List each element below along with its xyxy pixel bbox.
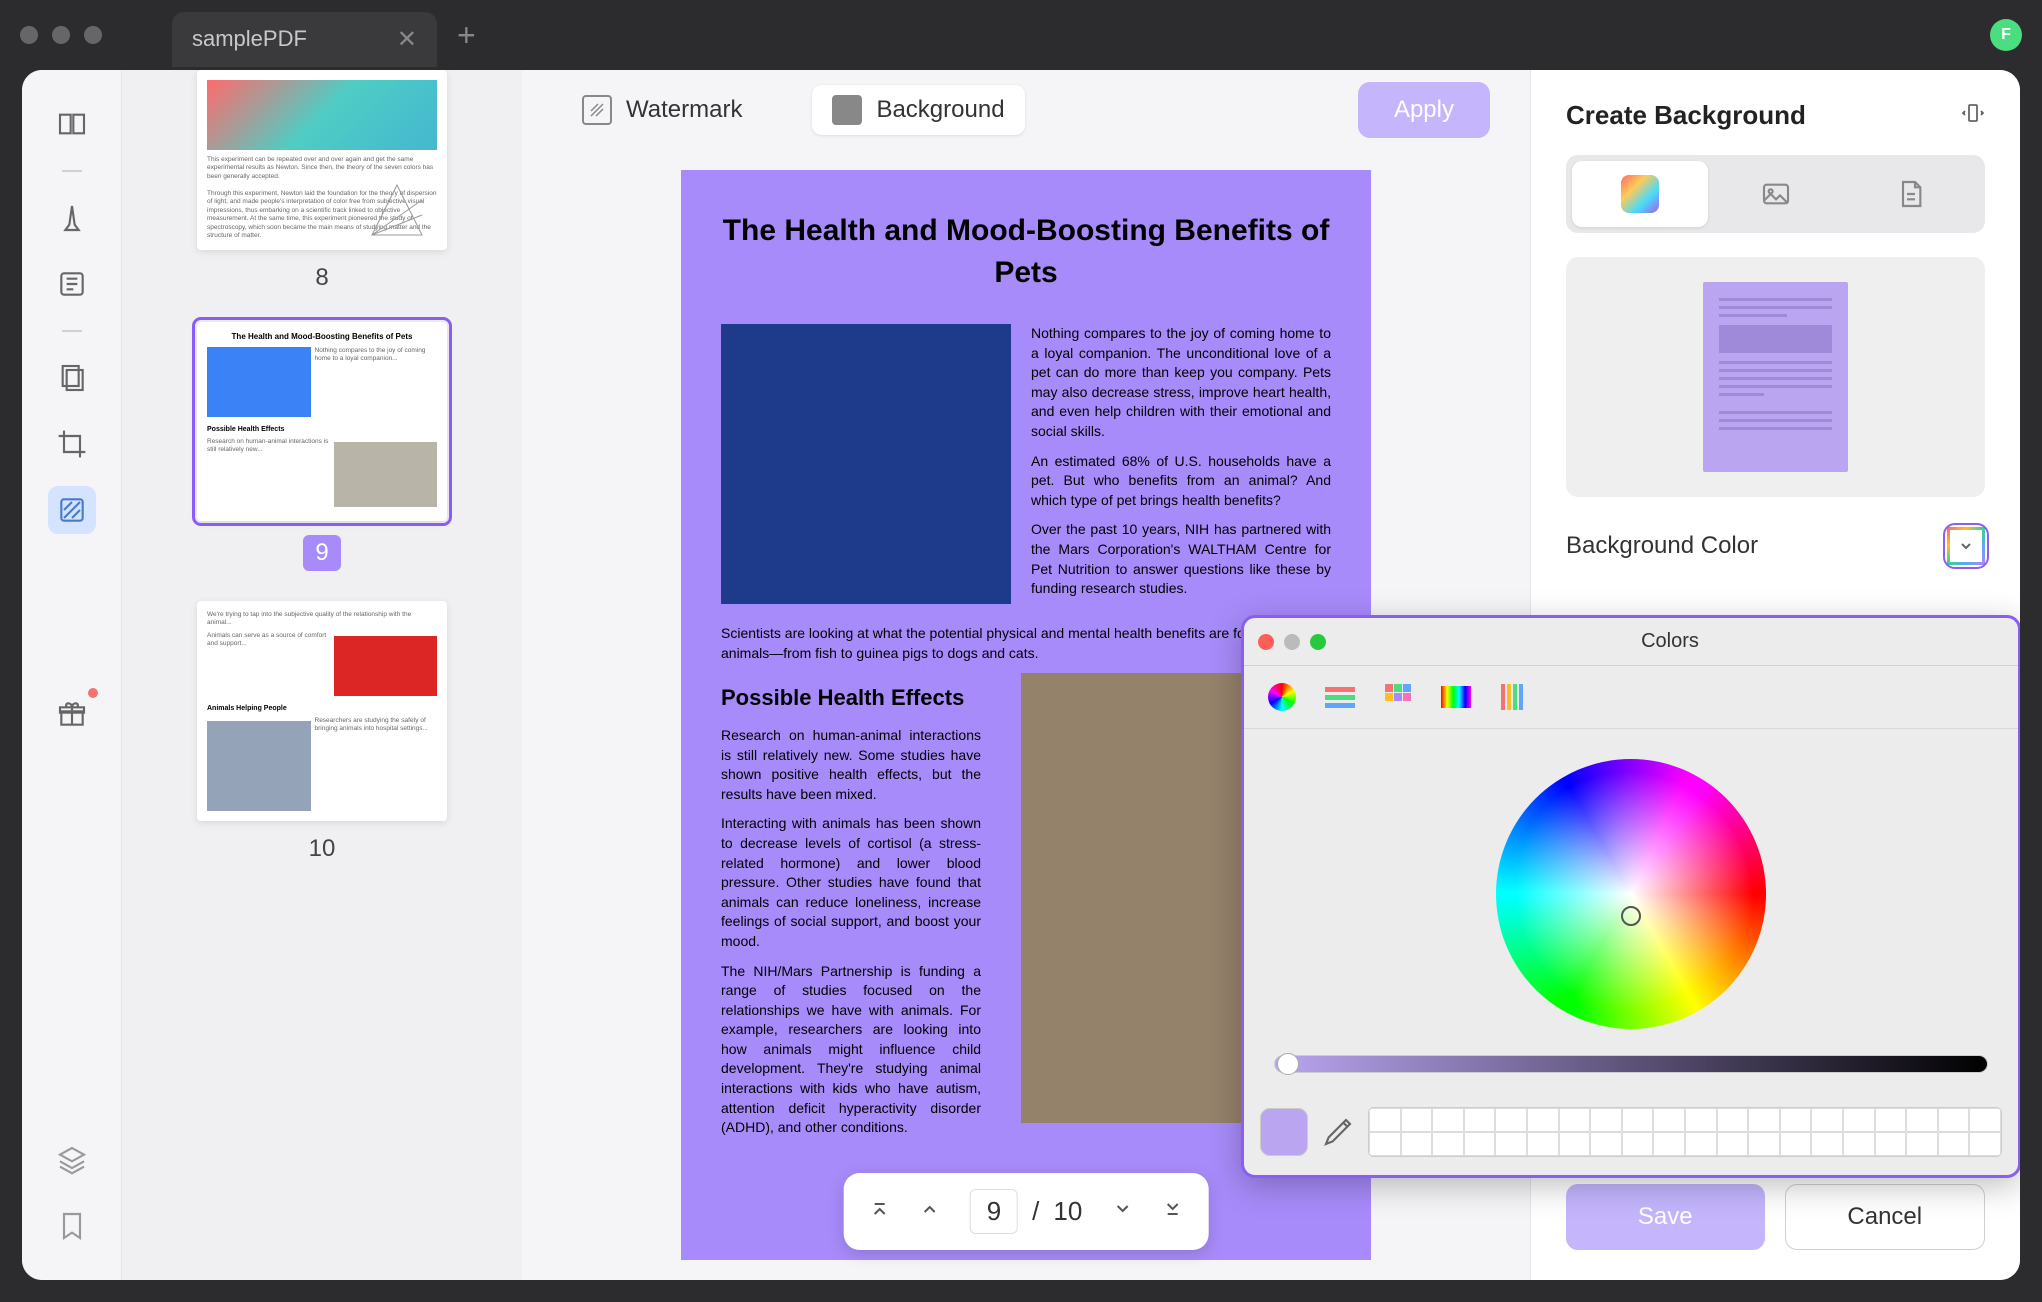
page-separator: / xyxy=(1032,1196,1039,1227)
thumb-number: 9 xyxy=(303,535,340,571)
tab-title: samplePDF xyxy=(192,26,307,52)
center-header: Watermark Background Apply xyxy=(522,70,1530,150)
close-tab-icon[interactable]: ✕ xyxy=(397,25,417,54)
color-wheel-area xyxy=(1244,729,2018,1103)
wheel-mode-icon[interactable] xyxy=(1260,678,1304,716)
background-label: Background xyxy=(876,96,1004,124)
edit-tool[interactable] xyxy=(48,260,96,308)
properties-panel: Create Background Background Color Save … xyxy=(1530,70,2020,1280)
apply-button[interactable]: Apply xyxy=(1358,82,1490,138)
preview-page xyxy=(1703,282,1848,472)
swatch-row xyxy=(1244,1103,2018,1175)
gradient-icon xyxy=(1621,175,1659,213)
watermark-label: Watermark xyxy=(626,96,742,124)
current-color-swatch xyxy=(1260,1108,1308,1156)
reader-tool[interactable] xyxy=(48,100,96,148)
file-bg-tab[interactable] xyxy=(1843,161,1979,227)
bg-preview xyxy=(1566,257,1985,497)
spectrum-mode-icon[interactable] xyxy=(1434,678,1478,716)
bookmark-tool[interactable] xyxy=(48,1202,96,1250)
cancel-button[interactable]: Cancel xyxy=(1785,1184,1986,1250)
next-page-icon[interactable] xyxy=(1112,1198,1132,1226)
minimize-window[interactable] xyxy=(52,26,70,44)
color-mode-tabs xyxy=(1244,666,2018,729)
swatch-grid[interactable] xyxy=(1368,1107,2002,1157)
thumb-number: 8 xyxy=(315,264,328,292)
popup-maximize[interactable] xyxy=(1310,634,1326,650)
popup-close[interactable] xyxy=(1258,634,1274,650)
slider-thumb[interactable] xyxy=(1277,1053,1299,1075)
thumbnail-8[interactable]: This experiment can be repeated over and… xyxy=(182,70,462,292)
para: Interacting with animals has been shown … xyxy=(721,814,981,951)
thumbnail-10[interactable]: We're trying to tap into the subjective … xyxy=(182,601,462,863)
color-picker-button[interactable] xyxy=(1947,527,1985,565)
background-icon xyxy=(832,95,862,125)
page-number-display: 9 / 10 xyxy=(970,1189,1083,1234)
panel-title: Create Background xyxy=(1566,100,1806,131)
page-navigation: 9 / 10 xyxy=(844,1173,1209,1250)
main-window: This experiment can be repeated over and… xyxy=(22,70,2020,1280)
para: An estimated 68% of U.S. households have… xyxy=(1031,452,1331,511)
watermark-icon xyxy=(582,95,612,125)
brightness-slider[interactable] xyxy=(1274,1055,1988,1073)
document-tab[interactable]: samplePDF ✕ xyxy=(172,12,437,67)
last-page-icon[interactable] xyxy=(1162,1198,1182,1226)
crop-tool[interactable] xyxy=(48,420,96,468)
palette-mode-icon[interactable] xyxy=(1376,678,1420,716)
sliders-mode-icon[interactable] xyxy=(1318,678,1362,716)
bg-color-label: Background Color xyxy=(1566,532,1758,560)
eyedropper-icon[interactable] xyxy=(1322,1116,1354,1148)
wheel-cursor-icon[interactable] xyxy=(1621,906,1641,926)
new-tab-button[interactable]: + xyxy=(457,17,476,54)
highlight-tool[interactable] xyxy=(48,194,96,242)
pages-tool[interactable] xyxy=(48,354,96,402)
thumbnail-panel: This experiment can be repeated over and… xyxy=(122,70,522,1280)
divider xyxy=(62,170,82,172)
color-wheel[interactable] xyxy=(1496,759,1766,1029)
color-bg-tab[interactable] xyxy=(1572,161,1708,227)
left-toolbar xyxy=(22,70,122,1280)
para: Scientists are looking at what the poten… xyxy=(721,624,1331,663)
first-page-icon[interactable] xyxy=(870,1198,890,1226)
background-tab[interactable]: Background xyxy=(812,85,1024,135)
popup-minimize[interactable] xyxy=(1284,634,1300,650)
current-page-input[interactable]: 9 xyxy=(970,1189,1018,1234)
panel-footer: Save Cancel xyxy=(1566,1184,1985,1250)
window-controls xyxy=(20,26,102,44)
save-button[interactable]: Save xyxy=(1566,1184,1765,1250)
maximize-window[interactable] xyxy=(84,26,102,44)
bg-color-row: Background Color xyxy=(1566,527,1985,565)
thumb-number: 10 xyxy=(309,835,336,863)
popup-header: Colors xyxy=(1244,618,2018,666)
para: Nothing compares to the joy of coming ho… xyxy=(1031,324,1331,442)
para: Research on human-animal interactions is… xyxy=(721,726,981,804)
para: Over the past 10 years, NIH has partnere… xyxy=(1031,520,1331,598)
total-pages: 10 xyxy=(1053,1196,1082,1227)
image-bg-tab[interactable] xyxy=(1708,161,1844,227)
cat-image xyxy=(721,324,1011,604)
prev-page-icon[interactable] xyxy=(920,1198,940,1226)
color-picker-popup: Colors xyxy=(1241,615,2020,1178)
user-avatar[interactable]: F xyxy=(1990,19,2022,51)
bg-type-tabs xyxy=(1566,155,1985,233)
divider xyxy=(62,330,82,332)
popup-title: Colors xyxy=(1336,630,2004,653)
page-title: The Health and Mood-Boosting Benefits of… xyxy=(721,210,1331,294)
titlebar: samplePDF ✕ + F xyxy=(0,0,2042,70)
thumbnail-9[interactable]: The Health and Mood-Boosting Benefits of… xyxy=(182,322,462,570)
gift-tool[interactable] xyxy=(48,690,96,738)
expand-icon[interactable] xyxy=(1961,101,1985,130)
watermark-tool[interactable] xyxy=(48,486,96,534)
layers-tool[interactable] xyxy=(48,1136,96,1184)
pencils-mode-icon[interactable] xyxy=(1492,678,1536,716)
panel-header: Create Background xyxy=(1566,100,1985,131)
close-window[interactable] xyxy=(20,26,38,44)
para: The NIH/Mars Partnership is funding a ra… xyxy=(721,962,981,1138)
watermark-tab[interactable]: Watermark xyxy=(562,85,762,135)
